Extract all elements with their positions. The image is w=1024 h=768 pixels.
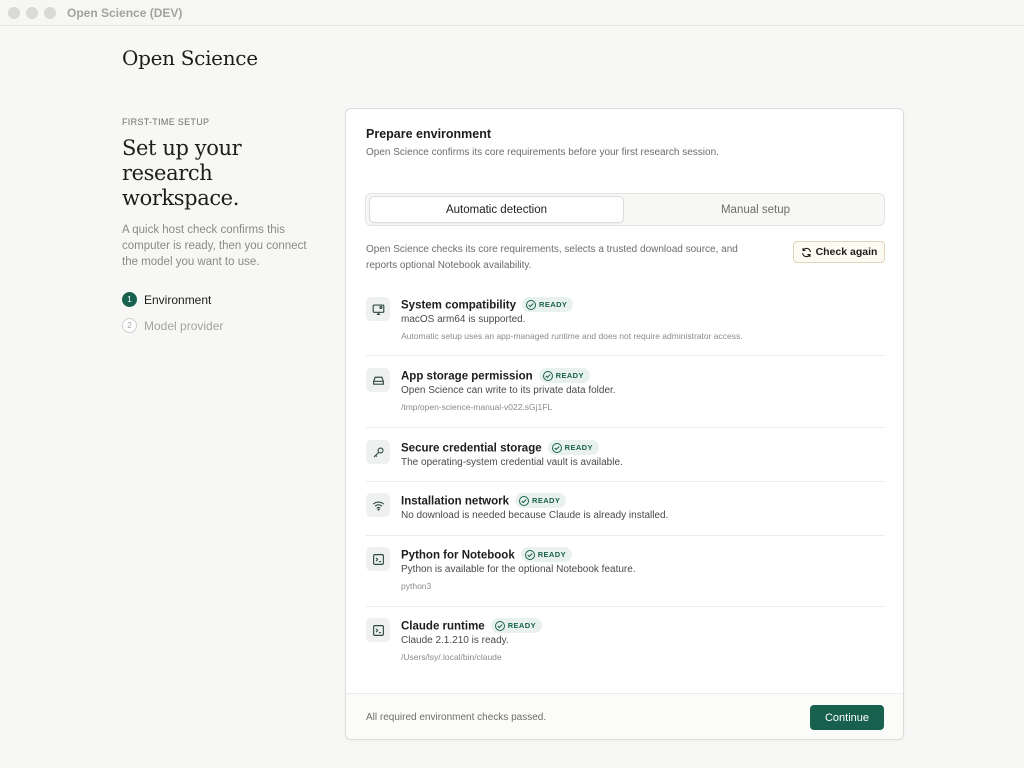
step-label: Environment: [144, 292, 212, 307]
drive-icon: [366, 368, 390, 392]
key-icon: [366, 440, 390, 464]
terminal-icon: [366, 618, 390, 642]
check-title: Claude runtime READY: [401, 618, 542, 633]
check-description: macOS arm64 is supported.: [401, 314, 526, 325]
check-description: Open Science can write to its private da…: [401, 385, 616, 396]
close-window-button[interactable]: [8, 7, 20, 19]
check-title: System compatibility READY: [401, 297, 574, 312]
wifi-icon: [366, 493, 390, 517]
ready-badge: READY: [515, 493, 567, 508]
setup-intro: A quick host check confirms this compute…: [122, 224, 307, 268]
divider: [366, 481, 885, 482]
check-circle-icon: [494, 620, 505, 631]
ready-badge: READY: [522, 297, 574, 312]
tab-automatic-detection[interactable]: Automatic detection: [369, 196, 624, 223]
tab-manual-setup[interactable]: Manual setup: [628, 196, 883, 223]
step-model-provider[interactable]: 2 Model provider: [122, 318, 223, 333]
zoom-window-button[interactable]: [44, 7, 56, 19]
check-circle-icon: [524, 549, 535, 560]
setup-mode-tabs: Automatic detection Manual setup: [365, 193, 885, 226]
card-subtitle: Open Science confirms its core requireme…: [366, 147, 719, 158]
setup-eyebrow: FIRST-TIME SETUP: [122, 117, 210, 127]
ready-badge: READY: [547, 440, 599, 455]
divider: [366, 427, 885, 428]
check-circle-icon: [542, 370, 553, 381]
check-detail: /tmp/open-science-manual-v022.sGj1FL: [401, 402, 553, 412]
check-description: Python is available for the optional Not…: [401, 564, 636, 575]
check-detail: python3: [401, 581, 432, 591]
check-description: Claude 2.1.210 is ready.: [401, 635, 509, 646]
setup-headline: Set up your research workspace.: [122, 136, 242, 210]
refresh-icon: [801, 247, 812, 258]
check-again-button[interactable]: Check again: [793, 241, 885, 263]
card-title: Prepare environment: [366, 127, 492, 141]
step-label: Model provider: [144, 318, 224, 333]
checks-description: Open Science checks its core requirement…: [366, 244, 738, 271]
app-brand: Open Science: [122, 46, 258, 70]
window-title: Open Science (DEV): [67, 6, 183, 20]
check-description: The operating-system credential vault is…: [401, 457, 623, 468]
divider: [366, 535, 885, 536]
check-title: App storage permission READY: [401, 368, 590, 383]
step-number: 1: [122, 292, 137, 307]
minimize-window-button[interactable]: [26, 7, 38, 19]
check-detail: Automatic setup uses an app-managed runt…: [401, 331, 743, 341]
prepare-environment-card: Prepare environment Open Science confirm…: [345, 108, 904, 740]
terminal-icon: [366, 547, 390, 571]
check-description: No download is needed because Claude is …: [401, 510, 669, 521]
divider: [366, 355, 885, 356]
continue-button[interactable]: Continue: [810, 705, 884, 730]
ready-badge: READY: [520, 547, 572, 562]
check-circle-icon: [526, 299, 537, 310]
monitor-icon: [366, 297, 390, 321]
check-circle-icon: [519, 495, 529, 506]
step-environment[interactable]: 1 Environment: [122, 292, 211, 307]
step-number: 2: [122, 318, 137, 333]
check-title: Python for Notebook READY: [401, 547, 572, 562]
ready-badge: READY: [538, 368, 590, 383]
card-footer: All required environment checks passed. …: [346, 693, 903, 739]
footer-status-text: All required environment checks passed.: [366, 712, 547, 723]
ready-badge: READY: [490, 618, 542, 633]
check-title: Secure credential storage READY: [401, 440, 599, 455]
window-titlebar: Open Science (DEV): [0, 0, 1024, 26]
divider: [366, 606, 885, 607]
check-circle-icon: [551, 442, 562, 453]
check-detail: /Users/lsy/.local/bin/claude: [401, 652, 502, 662]
check-again-label: Check again: [815, 246, 878, 258]
check-title: Installation network READY: [401, 493, 567, 508]
